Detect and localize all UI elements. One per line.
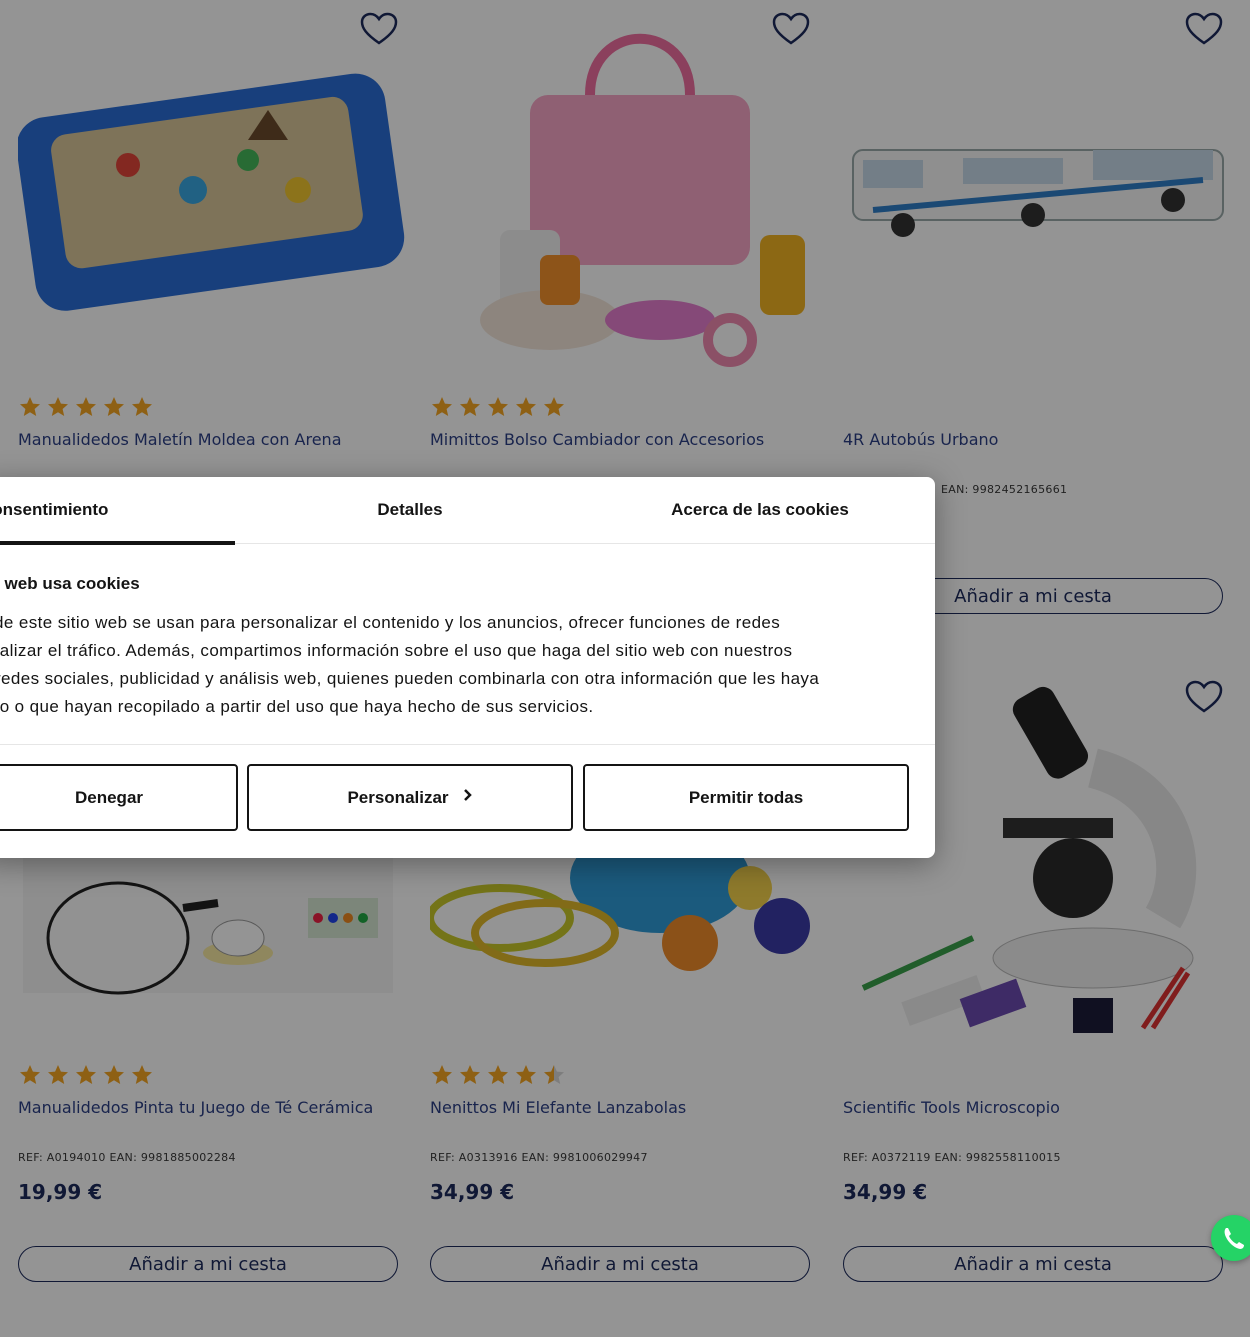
cookie-consent-dialog: Consentimiento Detalles Acerca de las co… bbox=[0, 477, 935, 858]
cookie-body-line: s de este sitio web se usan para persona… bbox=[0, 613, 781, 632]
dialog-divider bbox=[0, 744, 935, 745]
tab-consentimiento[interactable]: Consentimiento bbox=[0, 477, 235, 545]
tab-acerca-de-las-cookies[interactable]: Acerca de las cookies bbox=[585, 477, 935, 543]
cookie-body-line: analizar el tráfico. Además, compartimos… bbox=[0, 641, 793, 660]
cookie-tabs: Consentimiento Detalles Acerca de las co… bbox=[0, 477, 935, 545]
chevron-right-icon bbox=[463, 788, 473, 807]
cookie-dialog-body: s de este sitio web se usan para persona… bbox=[0, 609, 900, 721]
cookie-body-line: e redes sociales, publicidad y análisis … bbox=[0, 669, 820, 688]
cookie-dialog-heading: na web usa cookies bbox=[0, 574, 140, 593]
cookie-body-line: ado o que hayan recopilado a partir del … bbox=[0, 697, 594, 716]
customize-button[interactable]: Personalizar bbox=[247, 764, 573, 831]
tab-detalles[interactable]: Detalles bbox=[235, 477, 585, 543]
whatsapp-icon[interactable] bbox=[1211, 1215, 1250, 1261]
customize-button-label: Personalizar bbox=[347, 787, 449, 807]
allow-all-button[interactable]: Permitir todas bbox=[583, 764, 909, 831]
deny-button[interactable]: Denegar bbox=[0, 764, 238, 831]
